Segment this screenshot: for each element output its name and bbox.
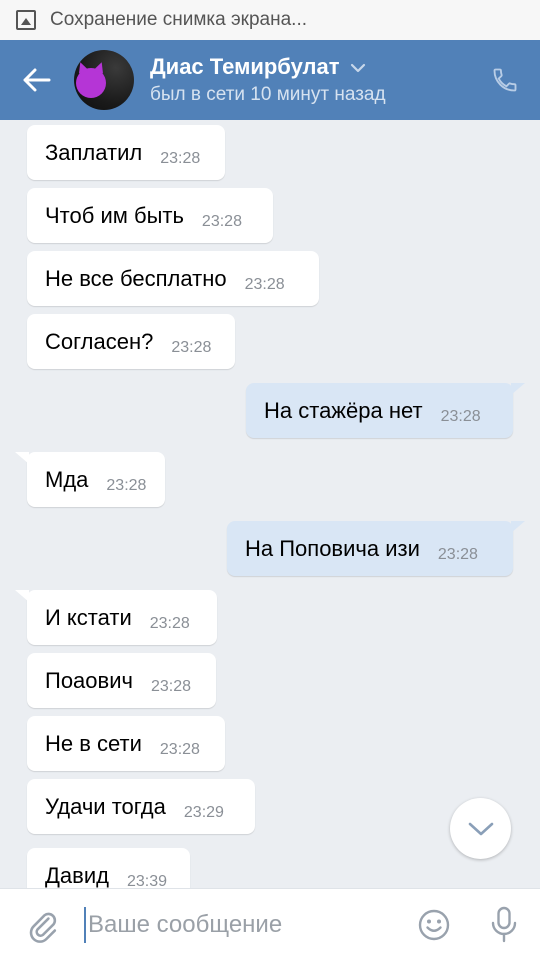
message-text: На Поповича изи <box>245 535 420 561</box>
message-time: 23:28 <box>150 677 192 695</box>
status-notification-text: Сохранение снимка экрана... <box>50 9 308 30</box>
bubble-tail <box>15 590 29 602</box>
incoming-message[interactable]: Согласен? 23:28 <box>27 314 235 369</box>
back-button[interactable] <box>0 40 74 120</box>
avatar[interactable] <box>74 50 134 110</box>
chevron-down-icon <box>468 822 493 835</box>
phone-icon <box>493 68 517 92</box>
microphone-button[interactable] <box>468 889 540 960</box>
contact-info[interactable]: Диас Темирбулат был в сети 10 минут наза… <box>150 54 470 106</box>
incoming-message[interactable]: Мда 23:28 <box>15 452 165 507</box>
message-time: 23:39 <box>126 872 167 889</box>
incoming-message[interactable]: Не в сети 23:28 <box>27 716 225 771</box>
bubble-tail <box>15 452 29 464</box>
incoming-message[interactable]: И кстати 23:28 <box>15 590 217 645</box>
bubble-tail <box>511 521 525 533</box>
devil-emoji-icon <box>76 68 106 98</box>
message-text: Поаович <box>45 667 133 693</box>
incoming-message[interactable]: Чтоб им быть 23:28 <box>27 188 273 243</box>
incoming-message[interactable]: Не все бесплатно 23:28 <box>27 251 319 306</box>
message-time: 23:28 <box>244 275 285 293</box>
message-time: 23:28 <box>106 476 147 494</box>
bubble-tail <box>511 383 525 395</box>
message-text: Удачи тогда <box>45 793 166 819</box>
message-time: 23:28 <box>159 740 200 758</box>
message-text: Давид <box>45 862 109 888</box>
microphone-icon <box>491 906 517 942</box>
message-text: Мда <box>45 466 89 492</box>
message-text: Согласен? <box>45 328 154 354</box>
outgoing-message[interactable]: На стажёра нет 23:28 <box>246 383 525 438</box>
message-text: Заплатил <box>45 139 143 165</box>
message-time: 23:28 <box>160 149 201 167</box>
message-text: И кстати <box>45 604 132 630</box>
message-time: 23:28 <box>149 614 190 632</box>
smile-icon <box>418 909 450 940</box>
message-text: Не все бесплатно <box>45 265 227 291</box>
contact-name: Диас Темирбулат <box>150 54 340 79</box>
message-time: 23:29 <box>183 803 224 821</box>
call-button[interactable] <box>470 40 540 120</box>
paperclip-icon <box>29 912 57 943</box>
message-list[interactable]: Заплатил 23:28 Чтоб им быть 23:28 Не все бес… <box>0 120 540 888</box>
scroll-down-button[interactable] <box>450 798 511 859</box>
message-time: 23:28 <box>440 407 481 425</box>
message-time: 23:28 <box>201 212 242 230</box>
message-text: Чтоб им быть <box>45 202 184 228</box>
incoming-message[interactable]: Заплатил 23:28 <box>27 125 225 180</box>
emoji-button[interactable] <box>400 889 468 960</box>
chevron-down-icon <box>350 63 365 73</box>
incoming-message[interactable]: Поаович 23:28 <box>27 653 216 708</box>
message-text: На стажёра нет <box>264 397 423 423</box>
status-bar: Сохранение снимка экрана... <box>0 0 540 40</box>
message-time: 23:28 <box>171 338 212 356</box>
attach-button[interactable] <box>0 889 84 960</box>
screenshot-icon <box>16 10 36 30</box>
message-input[interactable] <box>84 906 400 943</box>
incoming-message[interactable]: Удачи тогда 23:29 <box>27 779 255 834</box>
message-time: 23:28 <box>437 545 478 563</box>
incoming-message[interactable]: Давид 23:39 <box>27 848 190 888</box>
arrow-left-icon <box>23 68 51 92</box>
outgoing-message[interactable]: На Поповича изи 23:28 <box>227 521 525 576</box>
message-text: Не в сети <box>45 730 142 756</box>
contact-status: был в сети 10 минут назад <box>150 84 386 105</box>
chat-header: Диас Темирбулат был в сети 10 минут наза… <box>0 40 540 120</box>
composer-bar <box>0 888 540 960</box>
